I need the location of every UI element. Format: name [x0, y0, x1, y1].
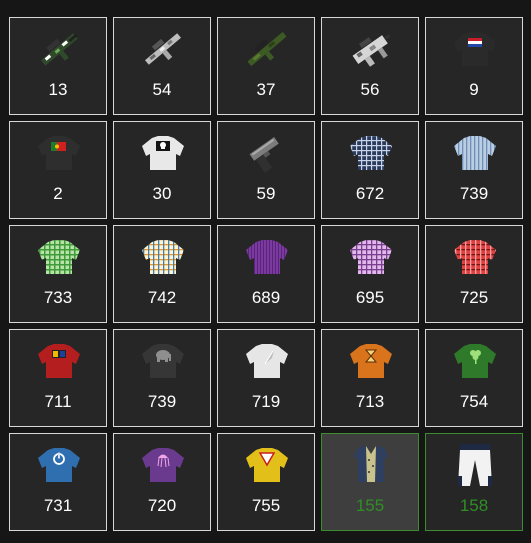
item-quantity: 59 [256, 184, 276, 203]
item-quantity: 13 [48, 80, 68, 99]
purple-striped-shirt-icon [242, 234, 292, 280]
inventory-slot[interactable]: 13 [9, 17, 107, 115]
item-quantity: 158 [459, 496, 489, 515]
inventory-grid: 13 54 37 56 9 2 30 59 672 739 733 742 68… [9, 17, 523, 531]
white-camo-rifle-icon [138, 26, 188, 72]
item-quantity: 30 [152, 184, 172, 203]
item-quantity: 739 [459, 184, 489, 203]
inventory-slot[interactable]: 54 [113, 17, 211, 115]
item-quantity: 742 [147, 288, 177, 307]
clover-shirt-icon [450, 338, 500, 384]
inventory-slot[interactable]: 733 [9, 225, 107, 323]
inventory-slot[interactable]: 739 [425, 121, 523, 219]
red-crest-shirt-icon [34, 338, 84, 384]
inventory-slot[interactable]: 695 [321, 225, 419, 323]
item-quantity: 719 [251, 392, 281, 411]
white-pants-icon [450, 442, 500, 488]
item-quantity: 733 [43, 288, 73, 307]
white-feather-shirt-icon [242, 338, 292, 384]
inventory-slot[interactable]: 9 [425, 17, 523, 115]
inventory-slot[interactable]: 719 [217, 329, 315, 427]
item-quantity: 713 [355, 392, 385, 411]
inventory-slot[interactable]: 754 [425, 329, 523, 427]
item-quantity: 689 [251, 288, 281, 307]
pistol-icon [242, 130, 292, 176]
hourglass-shirt-icon [346, 338, 396, 384]
inventory-slot[interactable]: 59 [217, 121, 315, 219]
inventory-slot[interactable]: 731 [9, 433, 107, 531]
item-quantity: 37 [256, 80, 276, 99]
power-symbol-shirt-icon [34, 442, 84, 488]
item-quantity: 56 [360, 80, 380, 99]
inventory-slot[interactable]: 725 [425, 225, 523, 323]
item-quantity: 54 [152, 80, 172, 99]
inventory-slot[interactable]: 755 [217, 433, 315, 531]
navy-plaid-shirt-icon [346, 130, 396, 176]
dutch-flag-shirt-icon [450, 26, 500, 72]
item-quantity: 2 [53, 184, 63, 203]
inventory-slot[interactable]: 56 [321, 17, 419, 115]
item-quantity: 754 [459, 392, 489, 411]
inventory-slot[interactable]: 713 [321, 329, 419, 427]
item-quantity: 725 [459, 288, 489, 307]
inventory-slot[interactable]: 672 [321, 121, 419, 219]
inventory-slot[interactable]: 37 [217, 17, 315, 115]
skull-white-shirt-icon [138, 130, 188, 176]
green-plaid-shirt-icon [34, 234, 84, 280]
inventory-slot[interactable]: 742 [113, 225, 211, 323]
blue-striped-shirt-icon [450, 130, 500, 176]
inventory-slot[interactable]: 711 [9, 329, 107, 427]
item-quantity: 672 [355, 184, 385, 203]
inventory-slot[interactable]: 2 [9, 121, 107, 219]
item-quantity: 720 [147, 496, 177, 515]
yellow-triangle-shirt-icon [242, 442, 292, 488]
inventory-slot-equipped[interactable]: 155 [321, 433, 419, 531]
inventory-slot[interactable]: 30 [113, 121, 211, 219]
navy-vest-icon [346, 442, 396, 488]
item-quantity: 155 [355, 496, 385, 515]
white-smg-icon [346, 26, 396, 72]
green-sniper-rifle-icon [242, 26, 292, 72]
item-quantity: 711 [44, 392, 72, 411]
lavender-plaid-shirt-icon [346, 234, 396, 280]
inventory-panel: 13 54 37 56 9 2 30 59 672 739 733 742 68… [0, 0, 531, 543]
item-quantity: 9 [469, 80, 479, 99]
portugal-flag-shirt-icon [34, 130, 84, 176]
inventory-slot-equipped[interactable]: 158 [425, 433, 523, 531]
red-plaid-shirt-icon [450, 234, 500, 280]
inventory-slot[interactable]: 720 [113, 433, 211, 531]
jellyfish-shirt-icon [138, 442, 188, 488]
elephant-shirt-icon [138, 338, 188, 384]
camo-rifle-icon [34, 26, 84, 72]
item-quantity: 695 [355, 288, 385, 307]
inventory-slot[interactable]: 689 [217, 225, 315, 323]
item-quantity: 731 [43, 496, 73, 515]
orange-plaid-shirt-icon [138, 234, 188, 280]
inventory-slot[interactable]: 739 [113, 329, 211, 427]
item-quantity: 755 [251, 496, 281, 515]
item-quantity: 739 [147, 392, 177, 411]
